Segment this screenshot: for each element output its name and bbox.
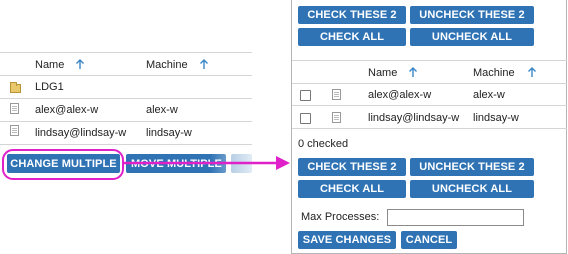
folder-icon: [10, 82, 21, 93]
right-top-divider: [292, 60, 567, 61]
left-row-name: alex@alex-w: [35, 104, 99, 116]
left-row-name: lindsay@lindsay-w: [35, 127, 127, 139]
left-machine-sort-arrow-icon[interactable]: [199, 59, 209, 70]
cancel-button[interactable]: CANCEL: [401, 231, 457, 249]
file-icon: [10, 125, 19, 136]
right-row-machine: lindsay-w: [473, 112, 519, 124]
check-all-button[interactable]: CHECK ALL: [298, 28, 406, 46]
change-multiple-button[interactable]: CHANGE MULTIPLE: [7, 154, 120, 173]
right-header-divider: [292, 83, 567, 84]
row-checkbox[interactable]: [300, 90, 311, 101]
checked-count-status: 0 checked: [298, 138, 349, 150]
uncheck-all-button[interactable]: UNCHECK ALL: [410, 180, 534, 198]
check-these-button[interactable]: CHECK THESE 2: [298, 158, 406, 176]
left-header-divider: [0, 75, 252, 76]
left-header-name[interactable]: Name: [35, 59, 64, 71]
check-these-button[interactable]: CHECK THESE 2: [298, 6, 406, 24]
file-icon: [332, 112, 341, 123]
right-machine-sort-arrow-icon[interactable]: [527, 67, 537, 78]
left-row-machine: lindsay-w: [146, 127, 192, 139]
left-name-sort-arrow-icon[interactable]: [75, 59, 85, 70]
right-row-name: lindsay@lindsay-w: [368, 112, 460, 124]
right-row-divider: [292, 128, 567, 129]
max-processes-input[interactable]: [387, 209, 524, 226]
left-row-name: LDG1: [35, 81, 64, 93]
uncheck-all-button[interactable]: UNCHECK ALL: [410, 28, 534, 46]
uncheck-these-button[interactable]: UNCHECK THESE 2: [410, 6, 534, 24]
left-panel: Name Machine LDG1 alex@alex-w alex-w lin…: [0, 0, 262, 254]
arrow-icon: [124, 156, 290, 170]
left-header-machine[interactable]: Machine: [146, 59, 188, 71]
left-panel-top-border: [0, 52, 252, 53]
left-row-divider: [0, 144, 252, 145]
left-row-divider: [0, 98, 252, 99]
right-name-sort-arrow-icon[interactable]: [408, 67, 418, 78]
right-row-divider: [292, 105, 567, 106]
right-row-name: alex@alex-w: [368, 89, 432, 101]
save-changes-button[interactable]: SAVE CHANGES: [298, 231, 396, 249]
right-row-machine: alex-w: [473, 89, 505, 101]
file-icon: [10, 103, 19, 114]
right-header-machine[interactable]: Machine: [473, 67, 515, 79]
check-all-button[interactable]: CHECK ALL: [298, 180, 406, 198]
row-checkbox[interactable]: [300, 113, 311, 124]
right-header-name[interactable]: Name: [368, 67, 397, 79]
left-row-machine: alex-w: [146, 104, 178, 116]
left-row-divider: [0, 121, 252, 122]
uncheck-these-button[interactable]: UNCHECK THESE 2: [410, 158, 534, 176]
file-icon: [332, 89, 341, 100]
max-processes-label: Max Processes:: [301, 211, 380, 223]
